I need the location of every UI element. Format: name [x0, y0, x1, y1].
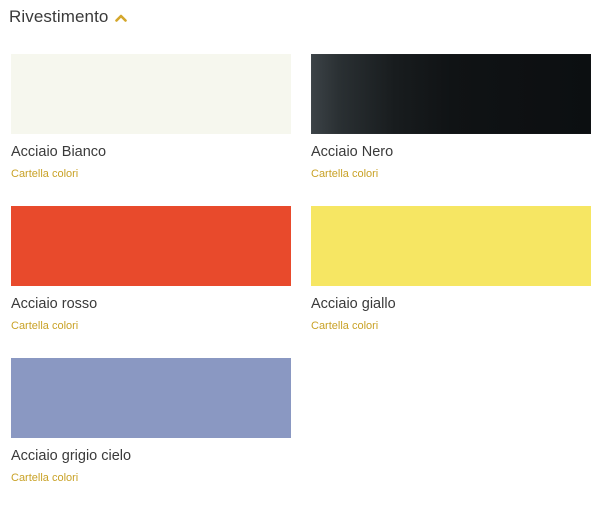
color-chart-link[interactable]: Cartella colori [11, 168, 78, 180]
color-swatch-nero[interactable] [311, 54, 591, 134]
color-swatch-bianco[interactable] [11, 54, 291, 134]
swatch-name: Acciaio giallo [311, 296, 396, 312]
chevron-up-icon[interactable] [115, 12, 128, 22]
swatch-card-giallo: Acciaio giallo Cartella colori [311, 206, 591, 358]
color-chart-link[interactable]: Cartella colori [311, 168, 378, 180]
color-swatch-rosso[interactable] [11, 206, 291, 286]
swatch-name: Acciaio rosso [11, 296, 98, 312]
swatch-grid: Acciaio Bianco Cartella colori Acciaio Ner… [11, 54, 591, 510]
section-title: Rivestimento [9, 7, 109, 26]
swatch-card-grigio-cielo: Acciaio grigio cielo Cartella colori [11, 358, 291, 510]
swatch-card-rosso: Acciaio rosso Cartella colori [11, 206, 291, 358]
color-swatch-grigio-cielo[interactable] [11, 358, 291, 438]
swatch-card-nero: Acciaio Nero Cartella colori [311, 54, 591, 206]
section-header-rivestimento[interactable]: Rivestimento [9, 4, 128, 30]
swatch-card-bianco: Acciaio Bianco Cartella colori [11, 54, 291, 206]
swatch-name: Acciaio Nero [311, 144, 394, 160]
swatch-name: Acciaio Bianco [11, 144, 107, 160]
color-chart-link[interactable]: Cartella colori [11, 472, 78, 484]
swatch-name: Acciaio grigio cielo [11, 448, 132, 464]
color-chart-link[interactable]: Cartella colori [311, 320, 378, 332]
color-chart-link[interactable]: Cartella colori [11, 320, 78, 332]
color-swatch-giallo[interactable] [311, 206, 591, 286]
